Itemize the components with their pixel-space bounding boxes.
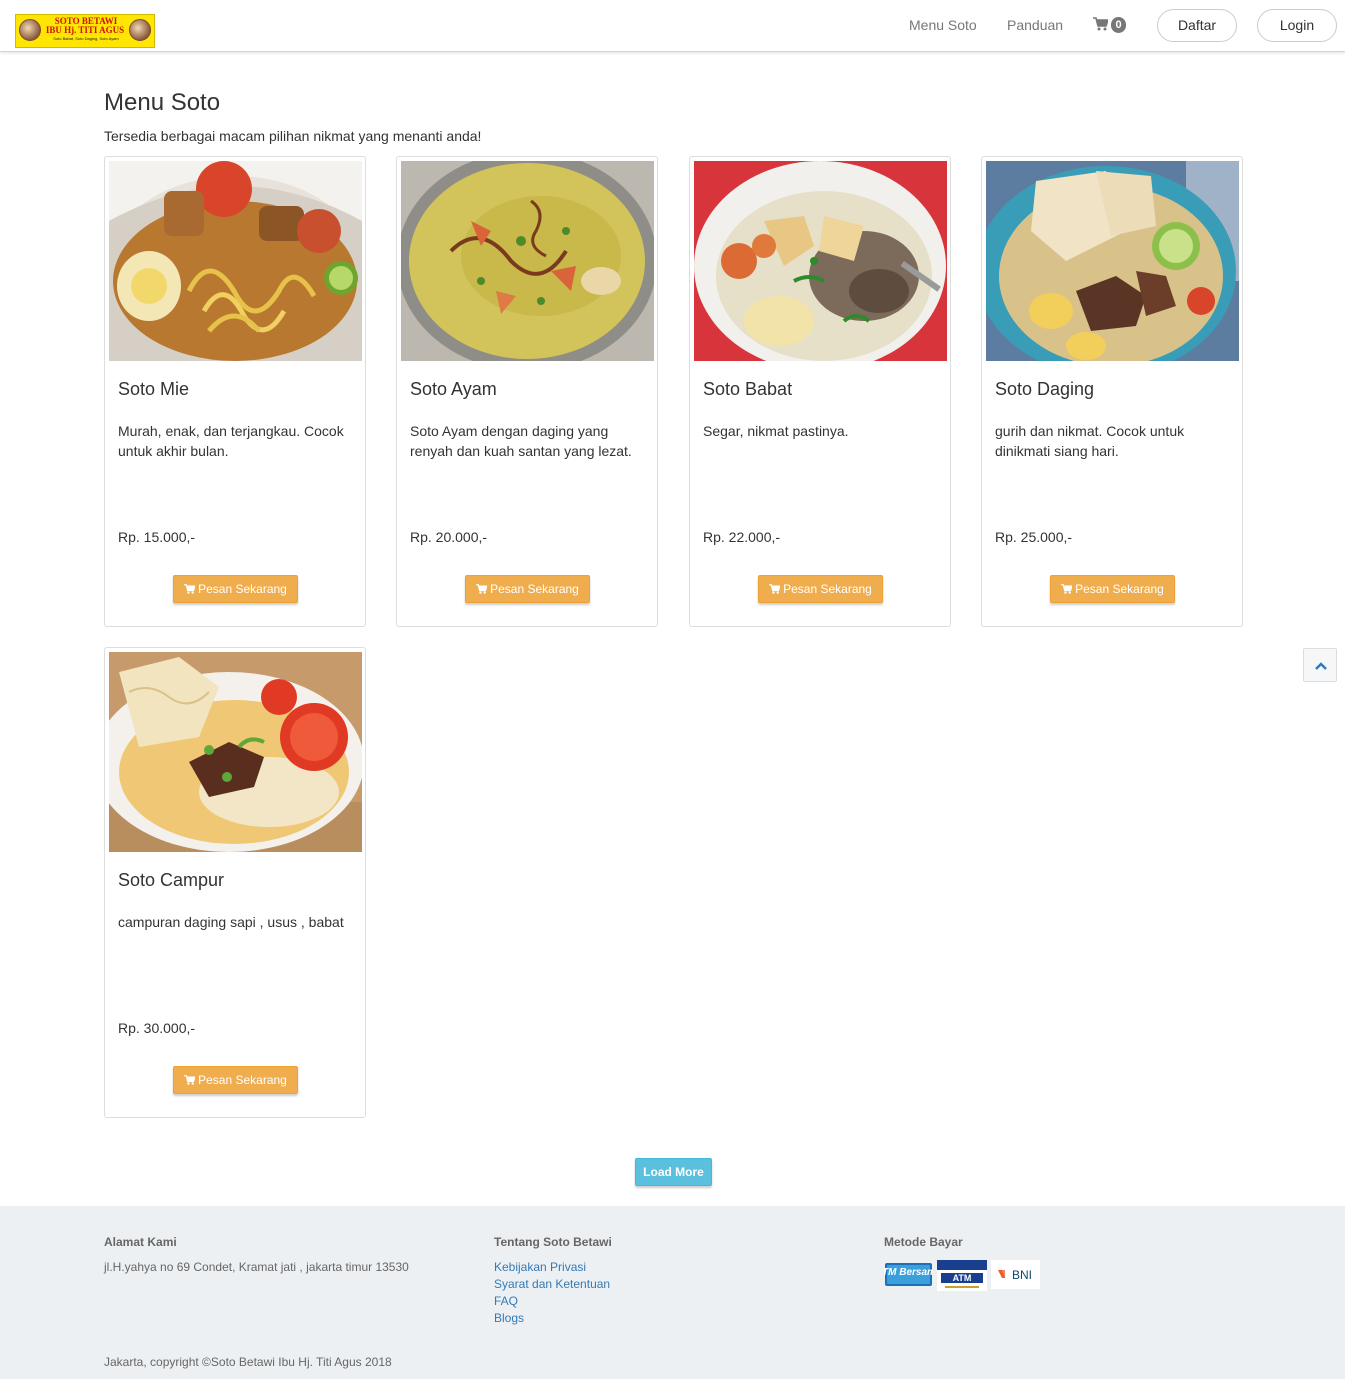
order-now-button[interactable]: Pesan Sekarang — [758, 575, 883, 603]
footer-link-privacy[interactable]: Kebijakan Privasi — [494, 1260, 586, 1274]
register-button[interactable]: Daftar — [1157, 9, 1237, 42]
cart-count-badge: 0 — [1111, 17, 1126, 33]
order-now-button[interactable]: Pesan Sekarang — [1050, 575, 1175, 603]
product-description: Segar, nikmat pastinya. — [703, 423, 849, 439]
product-name: Soto Ayam — [410, 379, 497, 399]
logo-line-2: IBU Hj. TITI AGUS — [45, 25, 125, 35]
order-now-button[interactable]: Pesan Sekarang — [173, 575, 298, 603]
order-now-button[interactable]: Pesan Sekarang — [465, 575, 590, 603]
product-image-soto-daging — [986, 161, 1239, 361]
payment-atm-logo: ATM — [937, 1260, 987, 1291]
chevron-up-icon — [1315, 662, 1327, 670]
product-image-soto-campur — [109, 652, 362, 852]
product-description: campuran daging sapi , usus , babat — [118, 914, 344, 930]
footer-address: jl.H.yahya no 69 Condet, Kramat jati , j… — [104, 1260, 409, 1274]
product-price: Rp. 30.000,- — [118, 1020, 196, 1036]
product-price: Rp. 20.000,- — [410, 529, 488, 545]
payment-atm-text: ATM — [953, 1273, 972, 1283]
order-now-label: Pesan Sekarang — [1075, 582, 1164, 596]
product-price: Rp. 22.000,- — [703, 529, 781, 545]
footer-address-title: Alamat Kami — [104, 1235, 177, 1249]
footer-link-faq[interactable]: FAQ — [494, 1294, 518, 1308]
product-description: Murah, enak, dan terjangkau. Cocok untuk… — [118, 423, 344, 459]
footer-copyright: Jakarta, copyright ©Soto Betawi Ibu Hj. … — [104, 1355, 392, 1369]
logo-portrait-right — [129, 19, 151, 41]
cart-icon — [1061, 584, 1073, 594]
product-card-soto-babat: Soto Babat Segar, nikmat pastinya. Rp. 2… — [689, 156, 951, 627]
product-name: Soto Babat — [703, 379, 793, 399]
cart-icon — [184, 1075, 196, 1085]
product-name: Soto Daging — [995, 379, 1095, 399]
order-now-label: Pesan Sekarang — [198, 582, 287, 596]
payment-atm-bersama-text: ATM Bersama — [884, 1267, 933, 1278]
brand-logo[interactable]: SOTO BETAWI IBU Hj. TITI AGUS Soto Babat… — [15, 14, 155, 48]
logo-line-3: Soto Babat, Soto Daging, Soto Ayam — [53, 36, 119, 41]
footer-payment-title: Metode Bayar — [884, 1235, 963, 1249]
footer: Alamat Kami jl.H.yahya no 69 Condet, Kra… — [0, 1206, 1345, 1379]
footer-link-terms[interactable]: Syarat dan Ketentuan — [494, 1277, 610, 1291]
cart-icon — [1093, 17, 1108, 31]
payment-bni-logo: BNI — [991, 1260, 1040, 1289]
product-price: Rp. 15.000,- — [118, 529, 196, 545]
nav-panduan[interactable]: Panduan — [1007, 17, 1063, 33]
page-subtitle: Tersedia berbagai macam pilihan nikmat y… — [104, 128, 482, 144]
login-button[interactable]: Login — [1257, 9, 1337, 42]
order-now-button[interactable]: Pesan Sekarang — [173, 1066, 298, 1094]
product-description: Soto Ayam dengan daging yang renyah dan … — [410, 423, 632, 459]
page-title: Menu Soto — [104, 89, 221, 116]
product-name: Soto Mie — [118, 379, 190, 399]
order-now-label: Pesan Sekarang — [198, 1073, 287, 1087]
product-price: Rp. 25.000,- — [995, 529, 1073, 545]
product-name: Soto Campur — [118, 870, 225, 890]
load-more-button[interactable]: Load More — [635, 1158, 712, 1186]
navbar: SOTO BETAWI IBU Hj. TITI AGUS Soto Babat… — [0, 0, 1345, 52]
payment-bni-text: BNI — [1012, 1268, 1032, 1282]
product-image-soto-mie — [109, 161, 362, 361]
product-image-soto-babat — [694, 161, 947, 361]
product-image-soto-ayam — [401, 161, 654, 361]
cart-icon — [184, 584, 196, 594]
product-card-soto-mie: Soto Mie Murah, enak, dan terjangkau. Co… — [104, 156, 366, 627]
order-now-label: Pesan Sekarang — [783, 582, 872, 596]
nav-menu-soto[interactable]: Menu Soto — [909, 17, 977, 33]
product-card-soto-daging: Soto Daging gurih dan nikmat. Cocok untu… — [981, 156, 1243, 627]
footer-link-blogs[interactable]: Blogs — [494, 1311, 524, 1325]
scroll-to-top-button[interactable] — [1303, 648, 1337, 682]
cart-icon — [769, 584, 781, 594]
payment-atm-bersama-logo: ATM Bersama — [875, 1260, 942, 1288]
footer-about-title: Tentang Soto Betawi — [494, 1235, 612, 1249]
product-description: gurih dan nikmat. Cocok untuk dinikmati … — [995, 423, 1185, 459]
product-card-soto-ayam: Soto Ayam Soto Ayam dengan daging yang r… — [396, 156, 658, 627]
product-card-soto-campur: Soto Campur campuran daging sapi , usus … — [104, 647, 366, 1118]
cart-icon — [476, 584, 488, 594]
order-now-label: Pesan Sekarang — [490, 582, 579, 596]
